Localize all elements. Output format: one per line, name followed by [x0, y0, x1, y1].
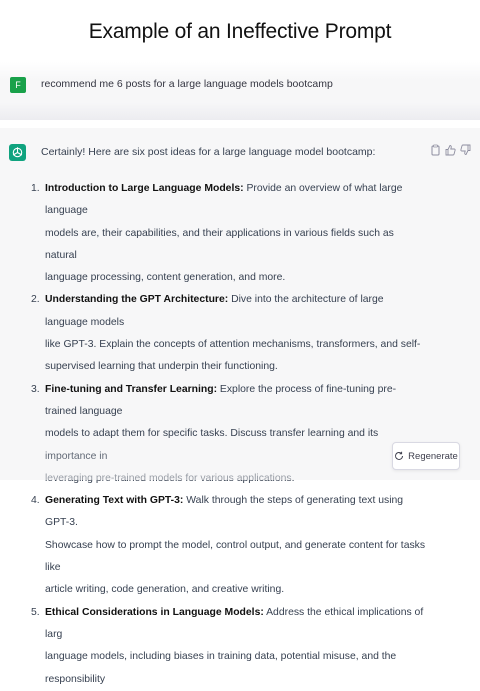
post-ideas-list: 1. Introduction to Large Language Models:… — [31, 178, 427, 691]
page-title: Example of an Ineffective Prompt — [88, 20, 392, 43]
assistant-avatar — [9, 144, 26, 161]
list-item: 5. Ethical Considerations in Language Mod… — [31, 606, 424, 685]
clipboard-icon[interactable] — [430, 144, 441, 156]
message-actions — [430, 144, 471, 156]
openai-logo-icon — [12, 147, 23, 158]
list-item: 1. Introduction to Large Language Models:… — [31, 183, 403, 284]
regenerate-button[interactable]: Regenerate — [392, 442, 460, 470]
list-item: 3. Fine-tuning and Transfer Learning: Exp… — [31, 383, 397, 484]
regenerate-label: Regenerate — [408, 450, 458, 462]
user-message-row — [0, 62, 480, 120]
user-message-text: recommend me 6 posts for a large languag… — [41, 78, 333, 90]
refresh-icon — [395, 451, 404, 460]
assistant-intro-text: Certainly! Here are six post ideas for a… — [41, 146, 376, 158]
list-item: 4. Generating Text with GPT-3: Walk throu… — [31, 495, 426, 596]
list-item: 2. Understanding the GPT Architecture: Di… — [31, 294, 421, 373]
thumbs-down-icon[interactable] — [460, 144, 471, 156]
thumbs-up-icon[interactable] — [445, 144, 456, 156]
user-avatar: F — [10, 77, 26, 93]
